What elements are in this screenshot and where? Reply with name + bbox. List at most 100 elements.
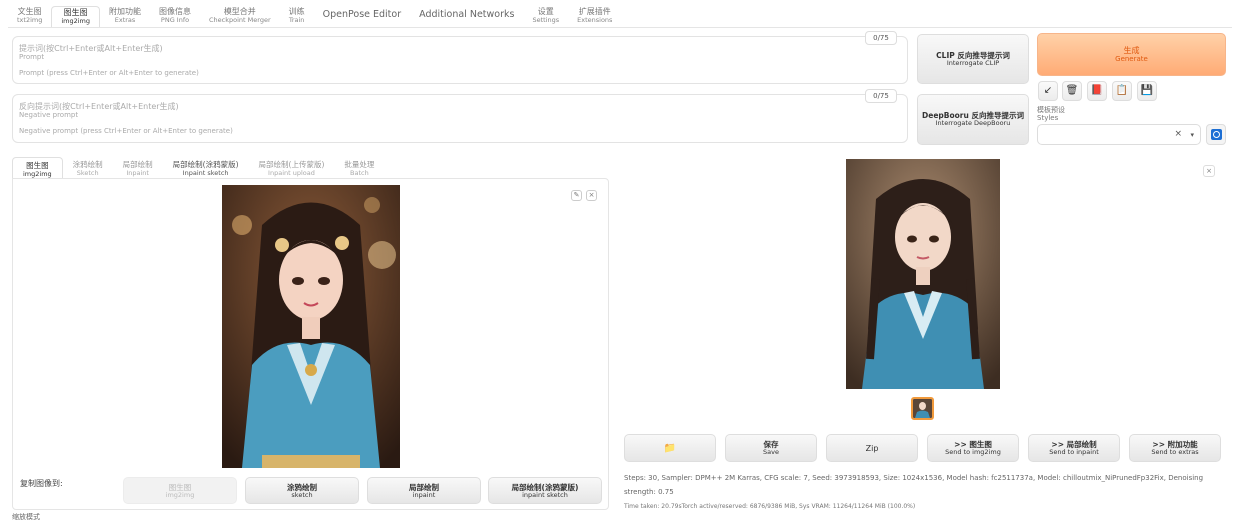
negative-prompt-input[interactable]: 反向提示词(按Ctrl+Enter或Alt+Enter生成) Negative …: [12, 89, 908, 143]
tab-label: 扩展插件: [578, 7, 611, 16]
button-label: Zip: [865, 444, 879, 453]
edit-icon[interactable]: ✎: [571, 190, 582, 201]
copy-to-sketch-button[interactable]: 涂鸦绘制 sketch: [245, 477, 359, 504]
subtab-sublabel: Batch: [350, 168, 369, 177]
styles-label: 模板预设 Styles: [1037, 106, 1065, 122]
tab-sublabel: Extensions: [577, 16, 613, 24]
prompt-token-counter: 0/75: [865, 31, 897, 45]
interrogate-deepbooru-button[interactable]: DeepBooru 反向推导提示词 Interrogate DeepBooru: [917, 94, 1029, 145]
button-sublabel: Send to inpaint: [1049, 448, 1099, 457]
prompt-input[interactable]: 提示词(按Ctrl+Enter或Alt+Enter生成) Prompt Prom…: [12, 31, 908, 84]
prompt-label: Prompt: [19, 53, 45, 61]
trash-icon[interactable]: 🗑: [1062, 81, 1082, 101]
tab-label: Additional Networks: [419, 9, 515, 20]
tab-settings[interactable]: 设置 Settings: [523, 6, 568, 28]
button-sublabel: Interrogate DeepBooru: [935, 119, 1011, 128]
send-to-inpaint-button[interactable]: >> 局部绘制 Send to inpaint: [1028, 434, 1120, 462]
tab-sublabel: Checkpoint Merger: [209, 16, 271, 24]
save-style-icon[interactable]: 💾: [1137, 81, 1157, 101]
subtab-label: 局部绘制(上传蒙版): [258, 160, 325, 169]
resize-mode-label: 缩放模式: [12, 513, 40, 521]
clipboard-icon[interactable]: 📋: [1112, 81, 1132, 101]
negative-prompt-label: Negative prompt: [19, 111, 79, 119]
send-to-img2img-button[interactable]: >> 图生图 Send to img2img: [927, 434, 1019, 462]
output-portrait: [846, 159, 1000, 389]
subtab-sketch[interactable]: 涂鸦绘制 Sketch: [63, 157, 113, 179]
button-sublabel: Send to extras: [1151, 448, 1199, 457]
tab-png-info[interactable]: 图像信息 PNG Info: [150, 6, 200, 28]
tab-img2img[interactable]: 图生图 img2img: [51, 6, 101, 28]
open-folder-button[interactable]: 📁: [624, 434, 716, 462]
negative-prompt-token-counter: 0/75: [865, 89, 897, 103]
tab-label: OpenPose Editor: [322, 9, 402, 20]
folder-icon: 📁: [663, 443, 677, 454]
styles-label-en: Styles: [1037, 113, 1059, 122]
refresh-styles-button[interactable]: [1206, 124, 1226, 145]
negative-prompt-placeholder-en: Negative prompt (press Ctrl+Enter or Alt…: [19, 127, 233, 135]
copy-image-to-label: 复制图像到:: [20, 479, 63, 488]
button-sublabel: inpaint: [412, 491, 436, 500]
tab-label: 图生图: [63, 8, 88, 17]
tab-sublabel: Extras: [114, 16, 136, 24]
tab-sublabel: Train: [288, 16, 305, 24]
tab-extensions[interactable]: 扩展插件 Extensions: [568, 6, 621, 28]
copy-to-inpaint-button[interactable]: 局部绘制 inpaint: [367, 477, 481, 504]
tab-train[interactable]: 训练 Train: [280, 6, 314, 28]
copy-to-inpaint-sketch-button[interactable]: 局部绘制(涂鸦蒙版) inpaint sketch: [488, 477, 602, 504]
tab-label: 文生图: [17, 7, 42, 16]
output-image[interactable]: [846, 159, 1000, 389]
subtab-sublabel: Inpaint: [126, 168, 149, 177]
chevron-down-icon[interactable]: ▾: [1190, 131, 1194, 139]
subtab-img2img[interactable]: 图生图 img2img: [12, 157, 63, 179]
tab-additional-networks[interactable]: Additional Networks: [410, 6, 523, 28]
subtab-label: 涂鸦绘制: [72, 160, 103, 169]
interrogate-clip-button[interactable]: CLIP 反向推导提示词 Interrogate CLIP: [917, 34, 1029, 84]
paste-params-icon[interactable]: ↙: [1038, 81, 1058, 101]
output-thumbnail[interactable]: [911, 397, 934, 420]
tab-sublabel: img2img: [61, 17, 91, 25]
subtab-inpaint-upload[interactable]: 局部绘制(上传蒙版) Inpaint upload: [249, 157, 335, 179]
button-sublabel: Send to img2img: [945, 448, 1001, 457]
tab-openpose-editor[interactable]: OpenPose Editor: [314, 6, 411, 28]
save-button[interactable]: 保存 Save: [725, 434, 817, 462]
generation-info: Steps: 30, Sampler: DPM++ 2M Karras, CFG…: [624, 474, 1204, 496]
tab-label: 训练: [288, 7, 305, 16]
subtab-inpaint-sketch[interactable]: 局部绘制(涂鸦蒙版) Inpaint sketch: [163, 157, 249, 179]
close-icon[interactable]: ×: [1203, 165, 1215, 177]
button-sublabel: sketch: [291, 491, 313, 500]
subtab-sublabel: Inpaint sketch: [182, 168, 229, 177]
prompt-placeholder-en: Prompt (press Ctrl+Enter or Alt+Enter to…: [19, 69, 199, 77]
subtab-sublabel: Sketch: [76, 168, 99, 177]
tab-sublabel: txt2img: [17, 16, 43, 24]
button-sublabel: img2img: [165, 491, 195, 500]
extra-networks-icon[interactable]: 📕: [1087, 81, 1107, 101]
tab-sublabel: Settings: [532, 16, 560, 24]
close-icon[interactable]: ×: [586, 190, 597, 201]
subtab-label: 批量处理: [344, 160, 375, 169]
button-sublabel: Generate: [1115, 54, 1148, 63]
thumbnail-image: [913, 399, 932, 418]
button-sublabel: Interrogate CLIP: [946, 59, 1000, 68]
subtab-sublabel: Inpaint upload: [268, 168, 315, 177]
copy-to-img2img-button[interactable]: 图生图 img2img: [123, 477, 237, 504]
refresh-icon: [1211, 129, 1222, 140]
input-image[interactable]: [222, 185, 400, 468]
tab-extras[interactable]: 附加功能 Extras: [100, 6, 150, 28]
tab-checkpoint-merger[interactable]: 模型合并 Checkpoint Merger: [200, 6, 280, 28]
zip-button[interactable]: Zip: [826, 434, 918, 462]
time-taken-info: Time taken: 20.79sTorch active/reserved:…: [624, 503, 916, 510]
tab-txt2img[interactable]: 文生图 txt2img: [8, 6, 51, 28]
subtab-inpaint[interactable]: 局部绘制 Inpaint: [113, 157, 163, 179]
tab-sublabel: PNG Info: [160, 16, 190, 24]
tab-label: 图像信息: [159, 7, 192, 16]
button-sublabel: Save: [763, 448, 779, 457]
tab-label: 附加功能: [109, 7, 142, 16]
portrait-illustration: [222, 185, 400, 468]
subtab-batch[interactable]: 批量处理 Batch: [334, 157, 384, 179]
send-to-extras-button[interactable]: >> 附加功能 Send to extras: [1129, 434, 1221, 462]
generate-button[interactable]: 生成 Generate: [1037, 33, 1226, 76]
clear-icon[interactable]: ×: [1174, 129, 1182, 139]
tab-divider: [8, 27, 1232, 28]
tab-label: 设置: [537, 7, 554, 16]
styles-dropdown[interactable]: × ▾: [1037, 124, 1201, 145]
